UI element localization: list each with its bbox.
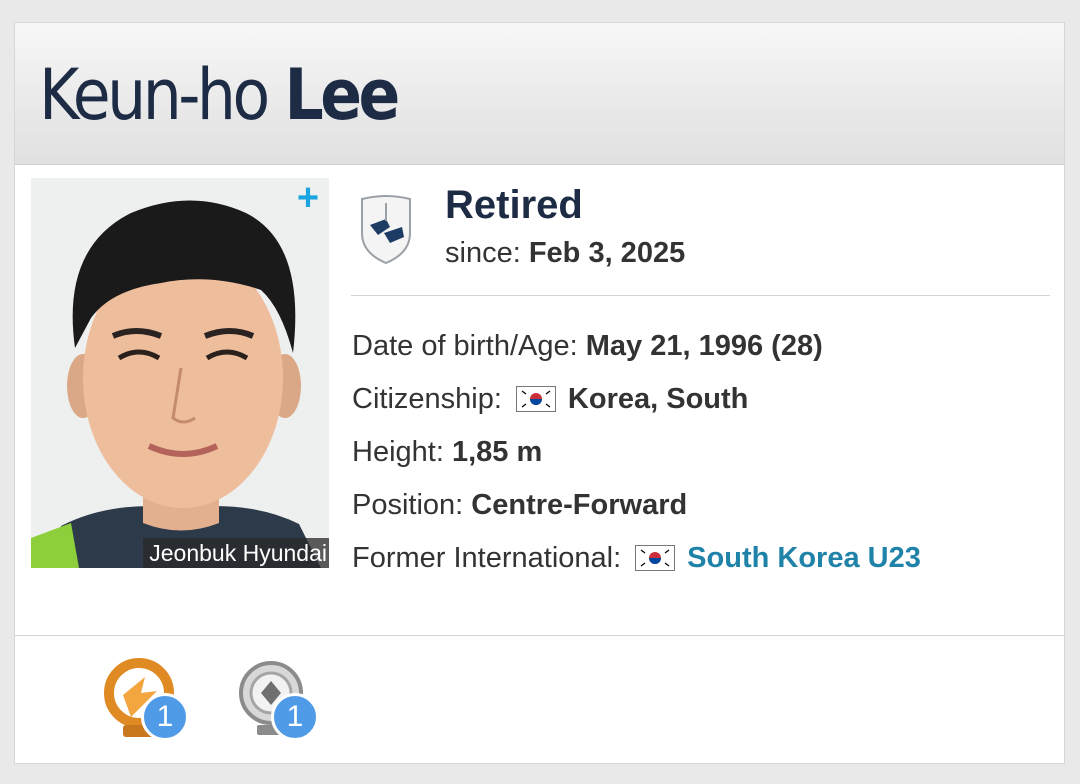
plus-icon[interactable]: + (293, 179, 323, 217)
citizenship-label: Citizenship: (352, 382, 502, 415)
divider (351, 295, 1050, 296)
player-name: Keun-ho Lee (39, 53, 401, 137)
south-korea-flag-icon (635, 544, 676, 571)
trophy-item[interactable]: 1 (101, 655, 191, 745)
status-since: since: Feb 3, 2025 (445, 237, 685, 270)
divider (15, 635, 1064, 636)
info-row-dob: Date of birth/Age: May 21, 1996 (28) (352, 319, 921, 372)
club-caption: Jeonbuk Hyundai (143, 538, 329, 568)
trophy-count-badge: 1 (271, 693, 319, 741)
trophy-count-badge: 1 (141, 693, 189, 741)
player-last-name: Lee (284, 54, 401, 136)
info-row-position: Position: Centre-Forward (352, 478, 921, 531)
since-label: since: (445, 237, 521, 269)
profile-header: Keun-ho Lee (15, 23, 1064, 165)
international-label: Former International: (352, 541, 622, 574)
citizenship-value: Korea, South (567, 382, 749, 415)
player-info-list: Date of birth/Age: May 21, 1996 (28) Cit… (352, 319, 921, 584)
info-row-height: Height: 1,85 m (352, 425, 921, 478)
height-value: 1,85 m (451, 435, 543, 468)
dob-value: May 21, 1996 (28) (585, 329, 823, 362)
trophy-item[interactable]: 1 (231, 655, 321, 745)
south-korea-flag-icon (515, 385, 556, 412)
since-value: Feb 3, 2025 (528, 237, 686, 269)
height-label: Height: (352, 435, 444, 468)
position-label: Position: (352, 488, 464, 521)
retired-boots-icon (361, 195, 411, 265)
position-value: Centre-Forward (471, 488, 688, 521)
player-portrait-image (31, 178, 329, 568)
player-profile-card: Keun-ho Lee + Jeonbuk Hyundai Retired si… (14, 22, 1065, 764)
dob-label: Date of birth/Age: (352, 329, 578, 362)
status-title: Retired (445, 183, 583, 227)
player-photo[interactable]: + Jeonbuk Hyundai (31, 178, 329, 568)
player-first-name: Keun-ho (39, 54, 270, 136)
national-team-link[interactable]: South Korea U23 (687, 538, 921, 578)
info-row-international: Former International: South Korea U23 (352, 531, 921, 584)
info-row-citizenship: Citizenship: Korea, South (352, 372, 921, 425)
